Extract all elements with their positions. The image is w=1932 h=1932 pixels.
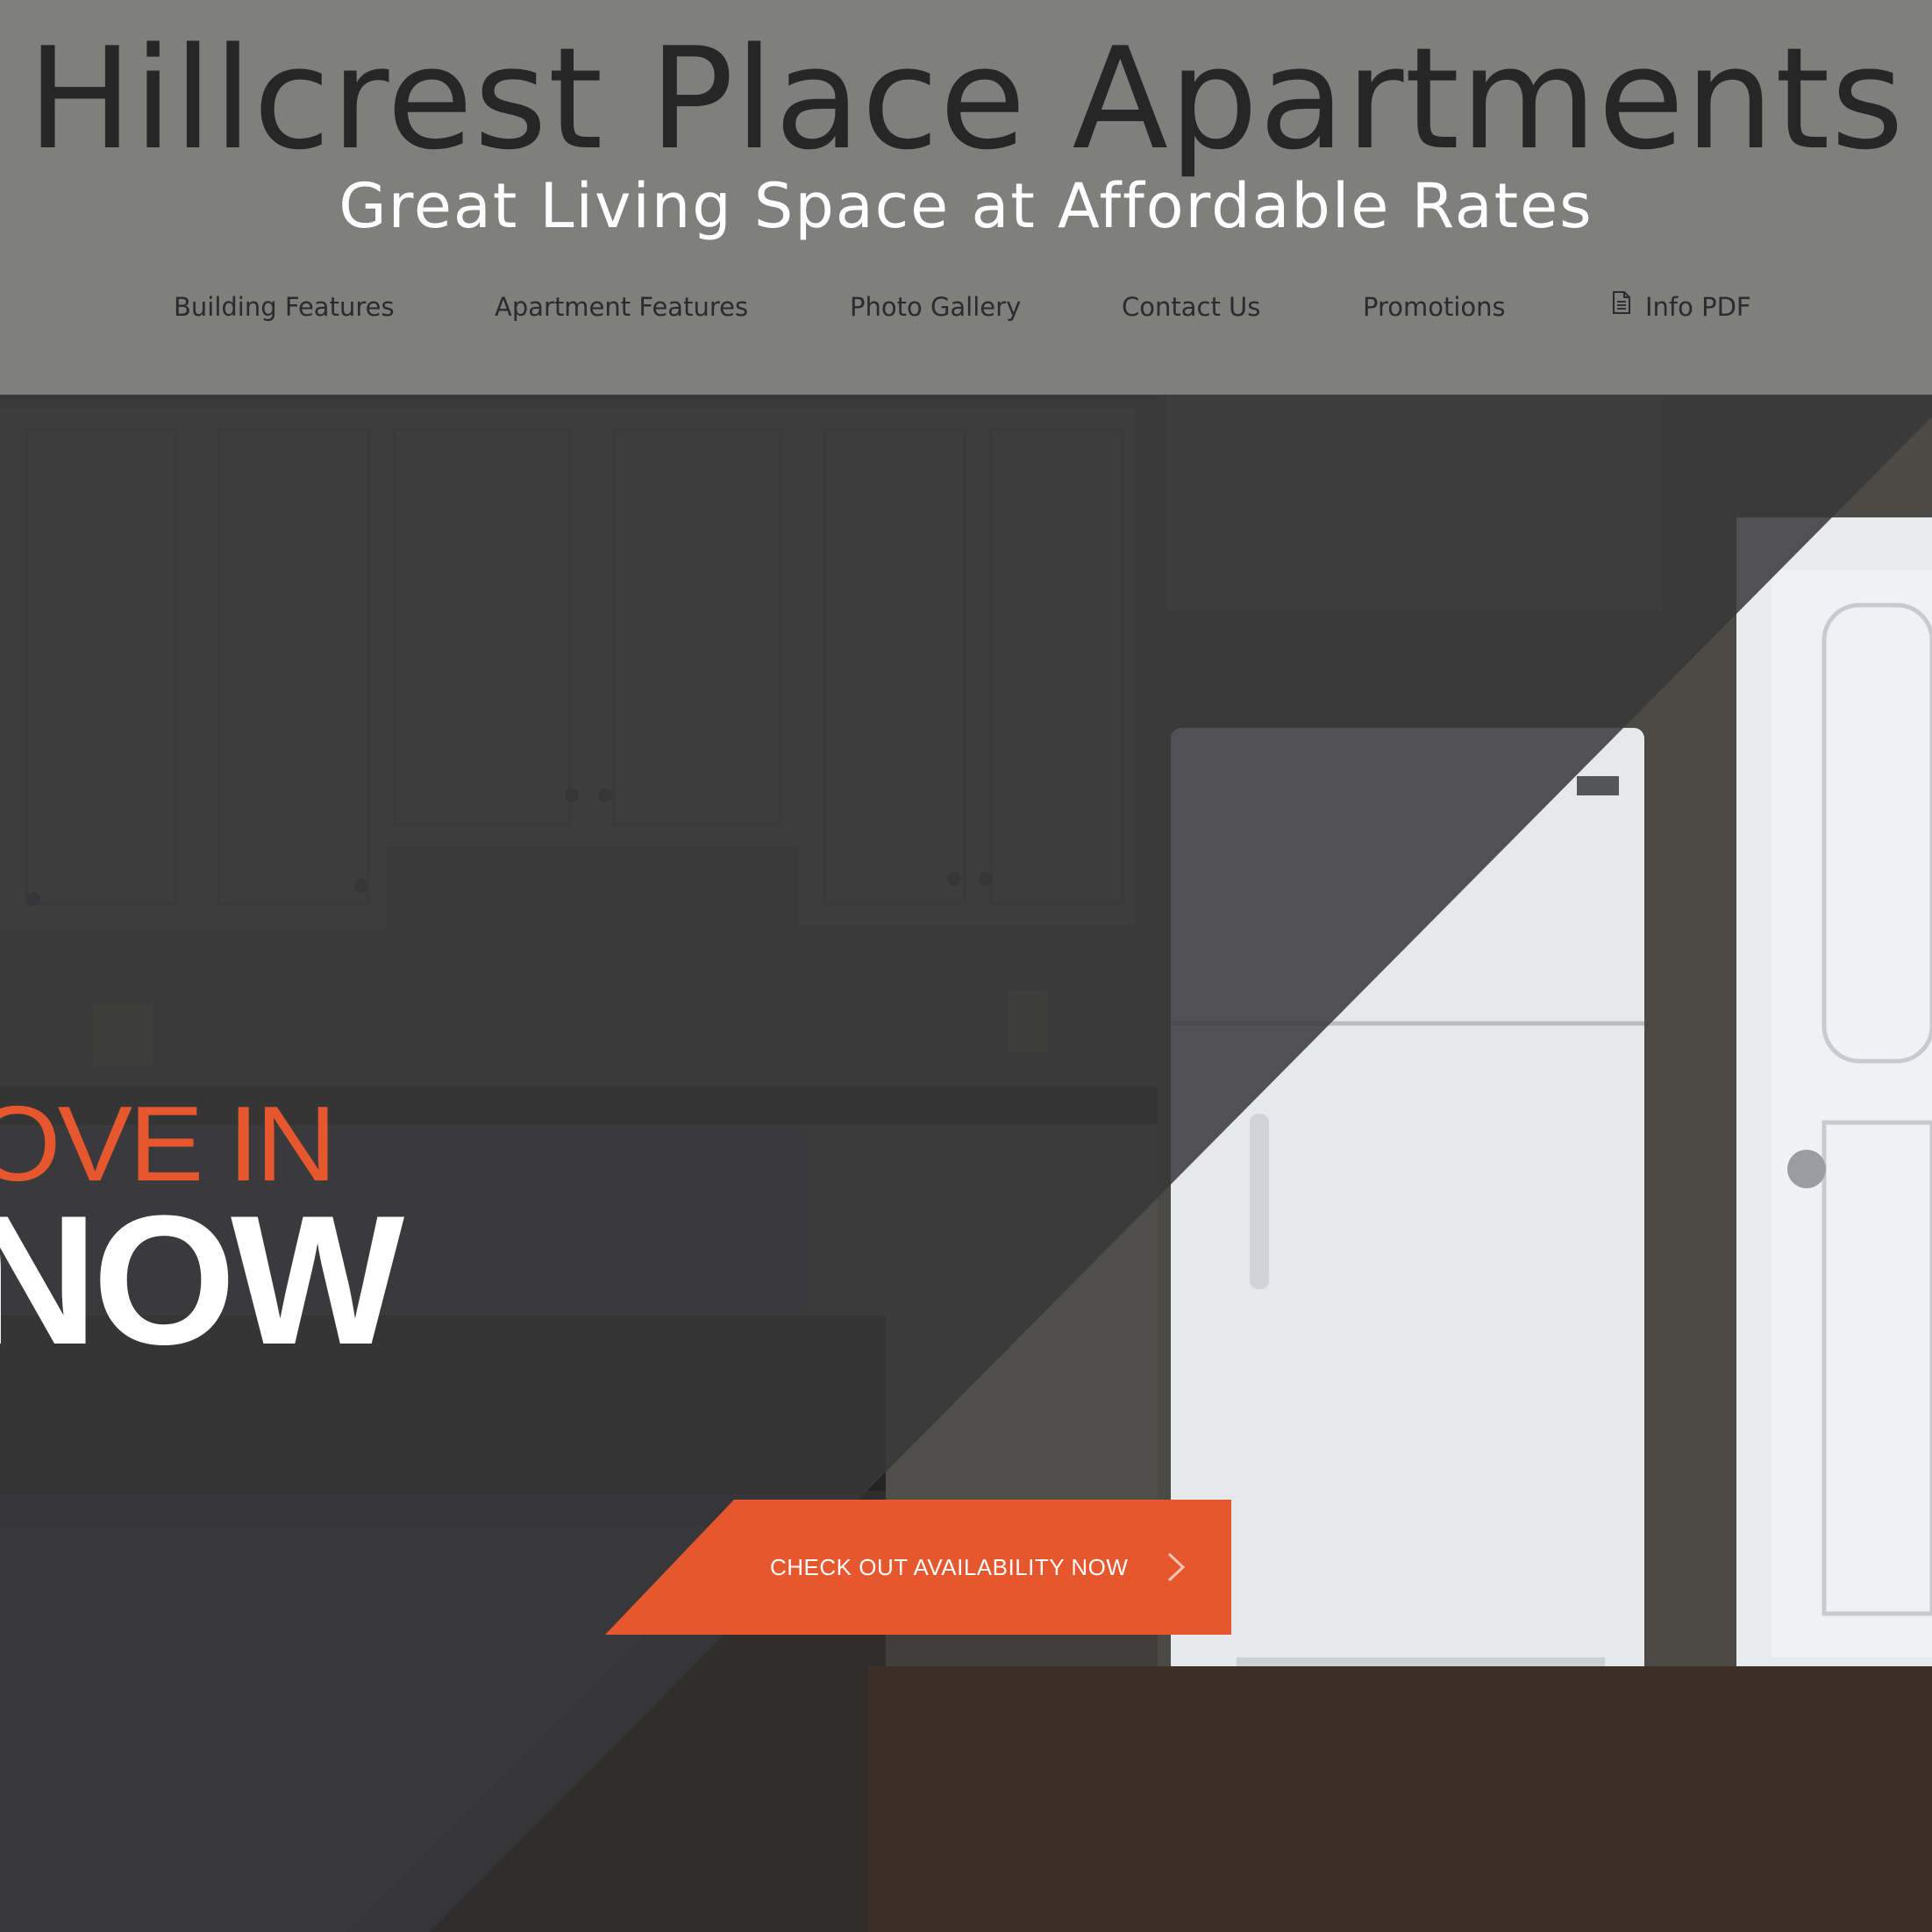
nav-info-pdf-label: Info PDF (1645, 292, 1751, 322)
document-icon (1612, 280, 1631, 332)
nav-building-features[interactable]: Building Features (174, 281, 395, 333)
cta-label: CHECK OUT AVAILABILITY NOW (770, 1554, 1129, 1580)
nav-promotions[interactable]: Promotions (1363, 281, 1506, 333)
site-tagline: Great Living Space at Affordable Rates (339, 170, 1593, 242)
check-availability-button[interactable]: CHECK OUT AVAILABILITY NOW (605, 1500, 1231, 1635)
site-title[interactable]: Hillcrest Place Apartments (0, 16, 1932, 182)
main-nav: Building Features Apartment Features Pho… (0, 281, 1932, 333)
nav-info-pdf[interactable]: Info PDF (1612, 281, 1751, 333)
site-header: Hillcrest Place Apartments Great Living … (0, 0, 1932, 395)
nav-apartment-features[interactable]: Apartment Features (495, 281, 748, 333)
nav-photo-gallery[interactable]: Photo Gallery (850, 281, 1021, 333)
hero-headline-bottom: NOW (0, 1177, 404, 1383)
nav-contact-us[interactable]: Contact Us (1122, 281, 1260, 333)
hero-slide: OVE IN NOW CHECK OUT AVAILABILITY NOW (0, 395, 1932, 1932)
